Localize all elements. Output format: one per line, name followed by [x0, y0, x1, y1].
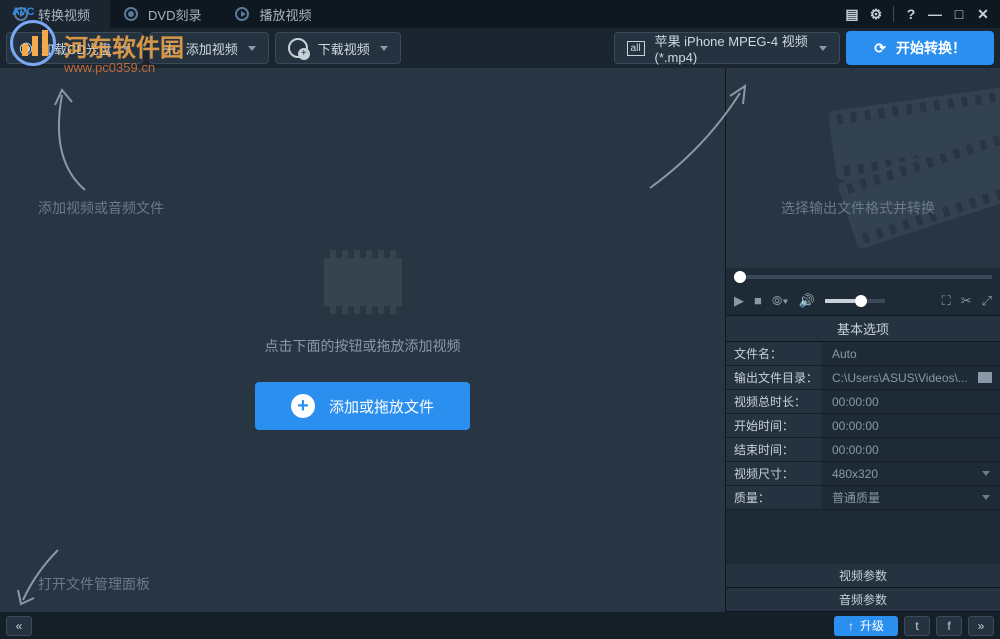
main-pane[interactable]: 添加视频或音频文件 选择输出文件格式并转换 打开文件管理面板 点击下面的按钮或拖… [0, 68, 725, 612]
link-icon[interactable]: ⛶ [942, 293, 951, 309]
snapshot-icon[interactable]: ⦾▾ [772, 293, 789, 309]
gear-icon[interactable]: ⚙ [865, 3, 887, 25]
maximize-icon[interactable]: □ [948, 3, 970, 25]
upgrade-button[interactable]: ↑ 升级 [834, 616, 898, 636]
start-label: 开始转换！ [896, 38, 966, 58]
add-video-button[interactable]: ＋ 添加视频 [149, 32, 269, 64]
option-label: 质量： [726, 486, 822, 509]
hint-open-panel: 打开文件管理面板 [38, 574, 150, 594]
volume-slider[interactable] [825, 299, 885, 303]
option-label: 视频总时长： [726, 390, 822, 413]
option-label: 输出文件目录： [726, 366, 822, 389]
expand-icon[interactable]: ⤢ [982, 293, 992, 309]
stop-icon[interactable]: ■ [754, 293, 762, 308]
divider [893, 6, 894, 22]
titlebar: 转换视频 DVD刻录 播放视频 ▤ ⚙ ? — □ ✕ [0, 0, 1000, 28]
option-row: 结束时间：00:00:00 [726, 438, 1000, 462]
arrow-tl [30, 80, 100, 200]
tab-convert[interactable]: 转换视频 [0, 0, 110, 28]
option-value[interactable]: C:\Users\ASUS\Videos\... [822, 366, 1000, 389]
add-file-label: 添加或拖放文件 [329, 396, 434, 417]
download-video-label: 下载视频 [318, 39, 370, 58]
option-value[interactable]: 普通质量 [822, 486, 1000, 509]
option-row: 视频总时长：00:00:00 [726, 390, 1000, 414]
option-row: 开始时间：00:00:00 [726, 414, 1000, 438]
plus-circle-icon: + [291, 394, 315, 418]
arrow-tr [635, 78, 765, 198]
option-row: 文件名：Auto [726, 342, 1000, 366]
output-format-label: 苹果 iPhone MPEG-4 视频 (*.mp4) [655, 31, 810, 65]
tab-play[interactable]: 播放视频 [221, 0, 331, 28]
disc-icon: ◉ [19, 38, 33, 58]
plus-icon: ＋ [162, 36, 178, 60]
option-label: 结束时间： [726, 438, 822, 461]
help-icon[interactable]: ? [900, 3, 922, 25]
option-value[interactable]: 480x320 [822, 462, 1000, 485]
preview-area [726, 68, 1000, 268]
option-row: 输出文件目录：C:\Users\ASUS\Videos\... [726, 366, 1000, 390]
twitter-icon[interactable]: t [904, 616, 930, 636]
video-params-section[interactable]: 视频参数 [726, 564, 1000, 588]
basic-options-title: 基本选项 [726, 316, 1000, 342]
download-video-button[interactable]: 下载视频 [275, 32, 401, 64]
hint-add-file: 添加视频或音频文件 [38, 198, 164, 218]
option-value: 00:00:00 [822, 414, 1000, 437]
player-controls: ▶ ■ ⦾▾ 🔊 ⛶ ✂ ⤢ [726, 286, 1000, 316]
film-decoration [826, 81, 1000, 265]
upgrade-label: 升级 [860, 617, 884, 634]
tab-dvd-label: DVD刻录 [148, 5, 201, 24]
option-row: 视频尺寸：480x320 [726, 462, 1000, 486]
load-cd-button[interactable]: ◉ 加载CD光盘 [6, 32, 143, 64]
cut-icon[interactable]: ✂ [961, 293, 972, 309]
placeholder-text: 点击下面的按钮或拖放添加视频 [265, 336, 461, 356]
collapse-button[interactable]: « [6, 616, 32, 636]
load-cd-label: 加载CD光盘 [41, 39, 112, 58]
add-video-label: 添加视频 [186, 39, 238, 58]
play-icon[interactable]: ▶ [734, 293, 744, 309]
volume-icon[interactable]: 🔊 [799, 293, 815, 309]
globe-icon [288, 38, 308, 58]
output-prefix-icon: all [627, 41, 645, 56]
tab-play-label: 播放视频 [259, 5, 311, 24]
option-label: 视频尺寸： [726, 462, 822, 485]
option-value: 00:00:00 [822, 390, 1000, 413]
up-arrow-icon: ↑ [848, 619, 854, 633]
toolbar: ◉ 加载CD光盘 ＋ 添加视频 下载视频 all 苹果 iPhone MPEG-4 … [0, 28, 1000, 68]
option-value: 00:00:00 [822, 438, 1000, 461]
option-label: 文件名： [726, 342, 822, 365]
film-placeholder-icon [324, 250, 402, 314]
content: 添加视频或音频文件 选择输出文件格式并转换 打开文件管理面板 点击下面的按钮或拖… [0, 68, 1000, 612]
hint-select-output: 选择输出文件格式并转换 [781, 198, 935, 218]
progress-slider[interactable] [726, 268, 1000, 286]
statusbar: « ↑ 升级 t f » [0, 612, 1000, 639]
start-convert-button[interactable]: ⟳ 开始转换！ [846, 31, 994, 65]
option-row: 质量：普通质量 [726, 486, 1000, 510]
facebook-icon[interactable]: f [936, 616, 962, 636]
side-panel: ▶ ■ ⦾▾ 🔊 ⛶ ✂ ⤢ 基本选项 文件名：Auto输出文件目录：C:\Us… [725, 68, 1000, 612]
expand-button[interactable]: » [968, 616, 994, 636]
minimize-icon[interactable]: — [924, 3, 946, 25]
audio-params-section[interactable]: 音频参数 [726, 588, 1000, 612]
folder-icon[interactable] [978, 372, 992, 383]
option-label: 开始时间： [726, 414, 822, 437]
refresh-icon: ⟳ [874, 40, 886, 57]
menu-icon[interactable]: ▤ [841, 3, 863, 25]
close-icon[interactable]: ✕ [972, 3, 994, 25]
tab-dvd[interactable]: DVD刻录 [110, 0, 221, 28]
add-file-button[interactable]: + 添加或拖放文件 [255, 382, 470, 430]
output-format-select[interactable]: all 苹果 iPhone MPEG-4 视频 (*.mp4) [614, 32, 841, 64]
tab-convert-label: 转换视频 [38, 5, 90, 24]
option-value: Auto [822, 342, 1000, 365]
